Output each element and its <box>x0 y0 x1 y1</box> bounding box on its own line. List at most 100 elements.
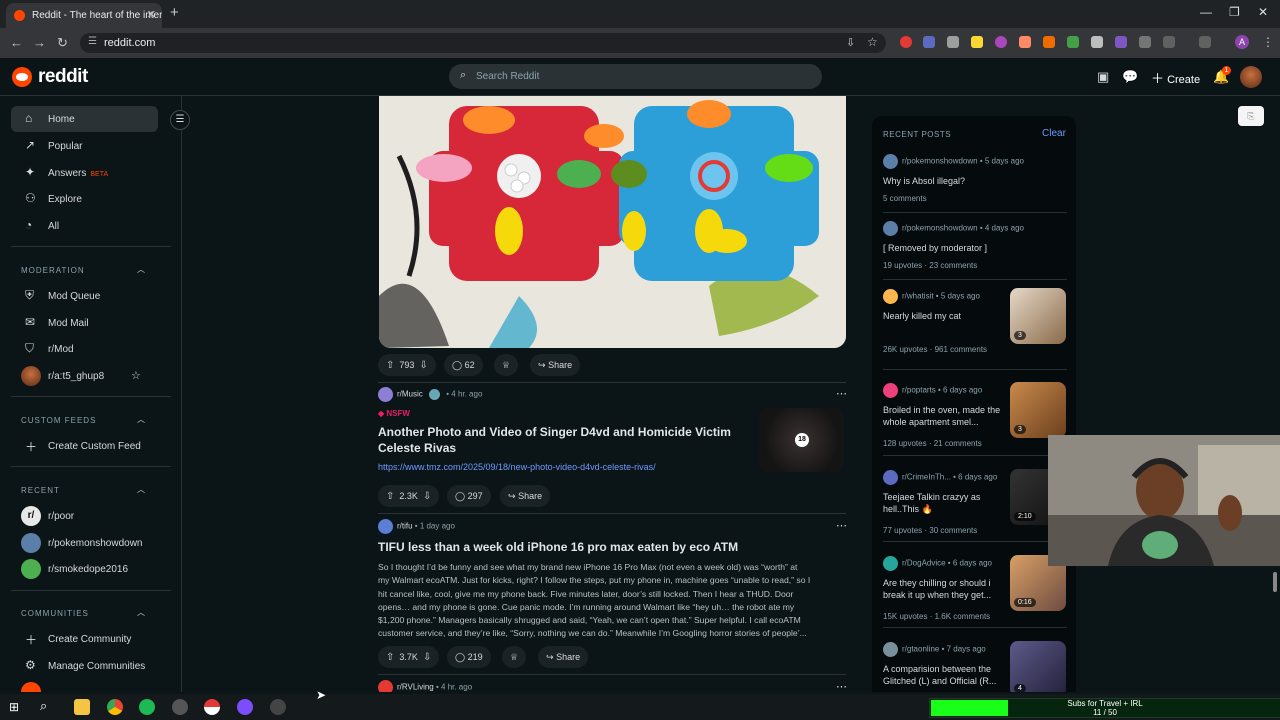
sidebar-item-mod-mail[interactable]: ✉ Mod Mail <box>11 310 158 336</box>
sidebar-item-r-smokedope2016[interactable]: r/smokedope2016 <box>11 556 158 582</box>
comments-button[interactable]: ◯ 297 <box>447 485 491 507</box>
browser-profile-avatar[interactable]: A <box>1235 35 1249 49</box>
obs-icon[interactable] <box>270 699 286 715</box>
extension-6-icon[interactable] <box>1019 36 1031 48</box>
post-title[interactable]: Another Photo and Video of Singer D4vd a… <box>378 424 738 456</box>
chevron-up-icon[interactable]: ︿ <box>137 414 145 425</box>
vote-control[interactable]: ⇧ 793 ⇩ <box>378 354 436 376</box>
extension-4-icon[interactable] <box>971 36 983 48</box>
chat-app-icon[interactable] <box>237 699 253 715</box>
sidebar-item-answers[interactable]: ✦ Answers BETA <box>11 160 158 186</box>
downvote-icon[interactable]: ⇩ <box>423 652 431 663</box>
recent-post-item[interactable]: r/pokemonshowdown • 5 days ago Why is Ab… <box>883 154 1068 203</box>
recent-post-item[interactable]: r/gtaonline • 7 days ago A comparision b… <box>883 641 1068 692</box>
upvote-icon[interactable]: ⇧ <box>386 360 394 371</box>
clear-recent-button[interactable]: Clear <box>1042 128 1066 139</box>
post-options-icon[interactable]: ⋯ <box>836 519 847 532</box>
advertise-icon[interactable]: ▣ <box>1097 69 1109 85</box>
upvote-icon[interactable]: ⇧ <box>386 652 394 663</box>
create-community-button[interactable]: ＋ Create Community <box>11 626 158 652</box>
chevron-up-icon[interactable]: ︿ <box>137 264 145 275</box>
sidebar-item-mod-queue[interactable]: ⛨ Mod Queue <box>11 283 158 309</box>
recent-post-item[interactable]: r/DogAdvice • 6 days ago Are they chilli… <box>883 555 1068 621</box>
comments-button[interactable]: ◯ 219 <box>447 646 491 668</box>
user-avatar[interactable] <box>1240 66 1262 88</box>
address-bar[interactable]: ☰ reddit.com <box>80 33 886 53</box>
new-tab-button[interactable]: + <box>170 4 179 21</box>
custom-feeds-section-header[interactable]: CUSTOM FEEDS <box>21 416 96 425</box>
chevron-up-icon[interactable]: ︿ <box>137 607 145 618</box>
sidebar-item-explore[interactable]: ⚇ Explore <box>11 186 158 212</box>
award-button[interactable]: ♕ <box>494 354 519 376</box>
close-window-button[interactable]: ✕ <box>1258 5 1268 19</box>
page-scrollbar[interactable] <box>1271 94 1278 690</box>
scrollbar-thumb[interactable] <box>1273 572 1277 592</box>
sidebar-item-r-mod[interactable]: ⛉ r/Mod <box>11 336 158 362</box>
sidebar-item-popular[interactable]: ↗ Popular <box>11 133 158 159</box>
downvote-icon[interactable]: ⇩ <box>419 360 427 371</box>
browser-tab[interactable]: Reddit - The heart of the intern ✕ <box>6 3 162 28</box>
chevron-up-icon[interactable]: ︿ <box>137 484 145 495</box>
extension-8-icon[interactable] <box>1067 36 1079 48</box>
community-avatar[interactable] <box>378 387 393 402</box>
reddit-logo-text[interactable]: reddit <box>38 66 88 88</box>
sidebar-item-r-poor[interactable]: r/r/poor <box>11 503 158 529</box>
recent-post-item[interactable]: r/whatisit • 5 days ago Nearly killed my… <box>883 288 1068 354</box>
downvote-icon[interactable]: ⇩ <box>423 491 431 502</box>
sidebar-item-home[interactable]: ⌂ Home <box>11 106 158 132</box>
extensions-puzzle-icon[interactable] <box>1163 36 1175 48</box>
share-button[interactable]: ↪ Share <box>538 646 589 668</box>
comments-button[interactable]: ◯ 62 <box>444 354 483 376</box>
close-tab-icon[interactable]: ✕ <box>147 8 156 21</box>
search-input[interactable]: ⌕ Search Reddit <box>449 64 822 89</box>
extension-1-icon[interactable] <box>900 36 912 48</box>
side-panel-icon[interactable] <box>1199 36 1211 48</box>
post-options-icon[interactable]: ⋯ <box>836 387 847 400</box>
create-post-button[interactable]: ＋ Create <box>1151 68 1200 87</box>
sidebar-item-all[interactable]: ◔ All <box>11 213 158 239</box>
moderation-section-header[interactable]: MODERATION <box>21 266 85 275</box>
nsfw-thumbnail[interactable]: 18 <box>759 408 844 472</box>
manage-communities-button[interactable]: ⚙ Manage Communities <box>11 653 158 679</box>
share-button[interactable]: ↪ Share <box>530 354 581 376</box>
collapse-sidebar-button[interactable]: ☰ <box>170 110 190 130</box>
side-widget-icon[interactable]: ⎘ <box>1238 106 1264 126</box>
file-explorer-icon[interactable] <box>74 699 90 715</box>
taskbar-search-icon[interactable]: ⌕ <box>40 698 47 714</box>
extension-2-icon[interactable] <box>923 36 935 48</box>
app-icon[interactable] <box>172 699 188 715</box>
post-title[interactable]: TIFU less than a week old iPhone 16 pro … <box>378 539 738 555</box>
windows-start-icon[interactable]: ⊞ <box>9 700 19 714</box>
recent-post-item[interactable]: r/pokemonshowdown • 4 days ago [ Removed… <box>883 221 1068 270</box>
community-avatar[interactable] <box>378 680 393 692</box>
post-body[interactable]: So I thought I’d be funny and see what m… <box>378 561 848 641</box>
share-button[interactable]: ↪ Share <box>500 485 551 507</box>
create-custom-feed-button[interactable]: ＋ Create Custom Feed <box>11 433 158 459</box>
extension-10-icon[interactable] <box>1115 36 1127 48</box>
vote-control[interactable]: ⇧ 3.7K ⇩ <box>378 646 440 668</box>
recent-section-header[interactable]: RECENT <box>21 486 60 495</box>
community-avatar[interactable] <box>378 519 393 534</box>
extension-3-icon[interactable] <box>947 36 959 48</box>
extension-9-icon[interactable] <box>1091 36 1103 48</box>
install-app-icon[interactable]: ⇩ <box>846 36 855 49</box>
sidebar-item-r-pokemonshowdown[interactable]: r/pokemonshowdown <box>11 530 158 556</box>
forward-icon[interactable]: → <box>33 35 46 50</box>
post-subreddit[interactable]: r/RVLiving <box>397 683 434 692</box>
chrome-icon[interactable] <box>107 699 123 715</box>
back-icon[interactable]: ← <box>10 35 23 50</box>
vote-control[interactable]: ⇧ 2.3K ⇩ <box>378 485 440 507</box>
post-options-icon[interactable]: ⋯ <box>836 680 847 692</box>
post-image[interactable] <box>379 96 846 348</box>
recent-post-item[interactable]: r/poptarts • 6 days ago Broiled in the o… <box>883 382 1068 448</box>
extension-5-icon[interactable] <box>995 36 1007 48</box>
bookmark-star-icon[interactable]: ☆ <box>867 35 878 49</box>
post-subreddit[interactable]: r/Music <box>397 390 423 399</box>
extension-11-icon[interactable] <box>1139 36 1151 48</box>
favorite-star-icon[interactable]: ☆ <box>131 369 141 382</box>
site-info-icon[interactable]: ☰ <box>88 36 97 47</box>
chat-icon[interactable]: 💬 <box>1122 69 1138 85</box>
sidebar-item-community-partial[interactable] <box>11 679 158 692</box>
extension-7-icon[interactable] <box>1043 36 1055 48</box>
reddit-logo-icon[interactable] <box>12 67 32 87</box>
